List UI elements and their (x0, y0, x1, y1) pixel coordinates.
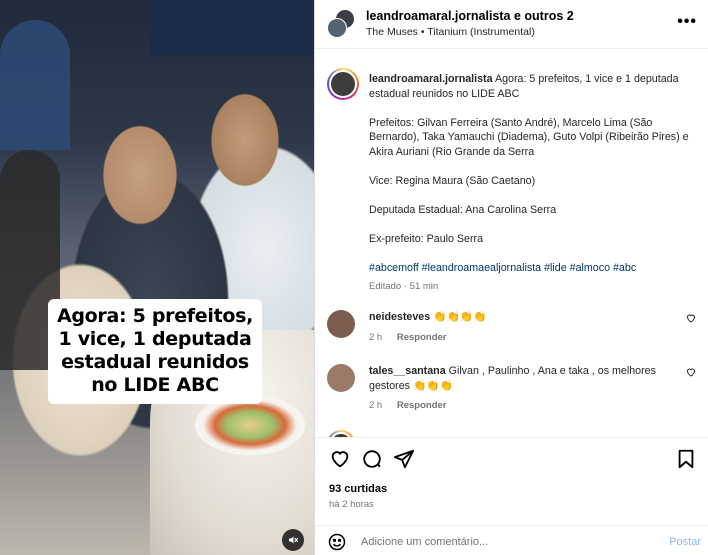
header-music[interactable]: The Muses • Titanium (Instrumental) (366, 26, 535, 38)
post-panel: leandroamaral.jornalista e outros 2 The … (314, 0, 708, 555)
comment-username[interactable]: neidesteves (369, 311, 430, 323)
comment-username[interactable]: tales__santana (369, 365, 446, 377)
caption-vice: Vice: Regina Maura (São Caetano) (369, 174, 536, 187)
comments-scroll-area[interactable]: leandroamaral.jornalista Agora: 5 prefei… (315, 50, 708, 438)
reply-button[interactable]: Responder (397, 332, 447, 343)
caption-hashtags[interactable]: #abcemoff #leandroamaealjornalista #lide… (369, 261, 697, 276)
food-plate (195, 395, 305, 455)
comment-icon[interactable] (361, 448, 383, 470)
post-header: leandroamaral.jornalista e outros 2 The … (315, 0, 708, 49)
comment-composer: Postar (315, 525, 708, 555)
comment-body: neidesteves 👏👏👏👏 (369, 310, 669, 325)
video-frame (0, 0, 314, 555)
action-bar (315, 446, 708, 474)
reply-button[interactable]: Responder (397, 400, 447, 411)
caption-line: no LIDE ABC (91, 374, 219, 396)
author-avatar[interactable] (327, 68, 359, 100)
ellipsis-icon: ••• (677, 13, 697, 30)
likes-count[interactable]: 93 curtidas (329, 483, 387, 495)
avatar[interactable] (327, 364, 355, 392)
mute-button[interactable] (282, 529, 304, 551)
comment-time: 2 h (369, 400, 383, 411)
post-video[interactable]: Agora: 5 prefeitos, 1 vice, 1 deputada e… (0, 0, 314, 555)
background-screen (150, 0, 314, 55)
video-caption: Agora: 5 prefeitos, 1 vice, 1 deputada e… (48, 299, 262, 404)
edited-label: Editado · 51 min (369, 280, 439, 292)
heart-icon[interactable] (685, 312, 697, 324)
collab-avatars[interactable] (327, 9, 355, 38)
avatar[interactable] (327, 430, 355, 437)
share-icon[interactable] (393, 448, 415, 470)
background-person (0, 20, 70, 150)
heart-icon[interactable] (329, 448, 351, 470)
comment-body: tales__santana Gilvan , Paulinho , Ana e… (369, 364, 669, 393)
header-username[interactable]: leandroamaral.jornalista e outros 2 (366, 9, 574, 23)
avatar[interactable] (327, 310, 355, 338)
heart-icon[interactable] (685, 366, 697, 378)
caption-line: Agora: 5 prefeitos, (56, 305, 254, 327)
caption-line: 1 vice, 1 deputada (58, 328, 252, 350)
comment-meta: 2 h Responder (369, 400, 446, 411)
bookmark-icon[interactable] (675, 448, 697, 470)
speaker-muted-icon (289, 536, 299, 544)
avatar (327, 18, 347, 38)
comment-meta: 2 h Responder (369, 332, 446, 343)
post-time: há 2 horas (329, 499, 374, 510)
comment-time: 2 h (369, 332, 383, 343)
caption-deputada: Deputada Estadual: Ana Carolina Serra (369, 203, 557, 216)
comment-input[interactable] (361, 532, 631, 552)
caption-ex-prefeito: Ex-prefeito: Paulo Serra (369, 232, 484, 245)
comment-text: 👏👏👏👏 (433, 311, 487, 323)
caption-body: leandroamaral.jornalista Agora: 5 prefei… (369, 72, 697, 294)
emoji-icon[interactable] (327, 532, 347, 552)
author-username[interactable]: leandroamaral.jornalista (369, 73, 493, 85)
more-options-button[interactable]: ••• (677, 13, 697, 31)
caption-line: estadual reunidos (61, 351, 249, 373)
caption-prefeitos: Prefeitos: Gilvan Ferreira (Santo André)… (369, 116, 691, 158)
post-comment-button[interactable]: Postar (669, 536, 701, 548)
